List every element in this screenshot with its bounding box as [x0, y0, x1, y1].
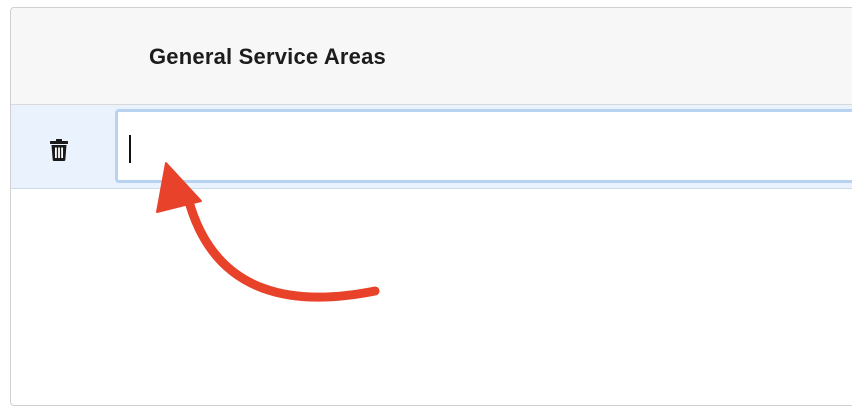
table-header: General Service Areas: [11, 8, 852, 105]
column-header-general-service-areas: General Service Areas: [149, 44, 386, 69]
service-areas-table: General Service Areas: [10, 7, 852, 406]
table-row: [11, 105, 852, 189]
service-area-input[interactable]: [115, 109, 852, 183]
trash-icon: [50, 139, 68, 161]
delete-row-button[interactable]: [41, 132, 77, 168]
text-cursor: [129, 135, 131, 163]
